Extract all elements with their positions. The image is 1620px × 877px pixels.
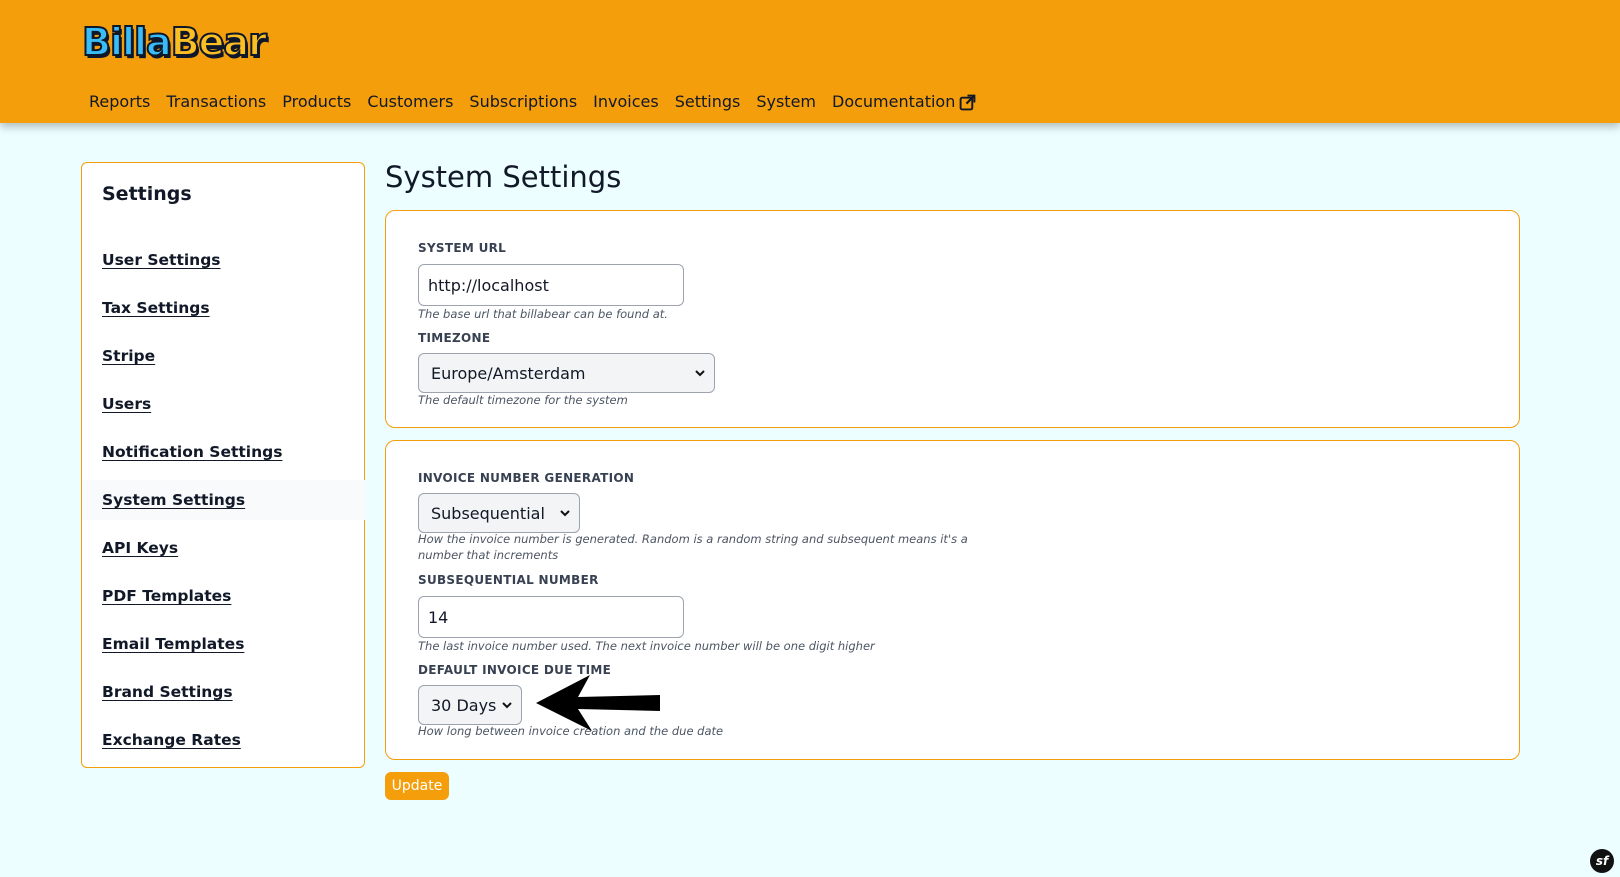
system-url-help: The base url that billabear can be found… [418, 307, 668, 321]
invoice-number-generation-help-2: number that increments [418, 548, 559, 562]
invoice-number-generation-label: INVOICE NUMBER GENERATION [418, 471, 635, 485]
sidebar-item-tax-settings[interactable]: Tax Settings [82, 288, 365, 328]
sidebar-title: Settings [102, 183, 192, 205]
symfony-toolbar-icon[interactable]: sf [1590, 849, 1614, 873]
page-title: System Settings [385, 160, 622, 194]
main-nav: Reports Transactions Products Customers … [89, 90, 976, 114]
nav-system[interactable]: System [756, 90, 816, 114]
sidebar-item-notification-settings[interactable]: Notification Settings [82, 432, 365, 472]
sidebar-item-pdf-templates[interactable]: PDF Templates [82, 576, 365, 616]
sidebar-item-users[interactable]: Users [82, 384, 365, 424]
billabear-logo[interactable]: BillaBear [81, 18, 268, 66]
sidebar-link-brand-settings[interactable]: Brand Settings [102, 683, 233, 701]
subsequential-number-label: SUBSEQUENTIAL NUMBER [418, 573, 599, 587]
chevron-down-icon [560, 510, 570, 517]
nav-products[interactable]: Products [282, 90, 351, 114]
nav-documentation[interactable]: Documentation [832, 90, 976, 114]
top-bar: BillaBear Reports Transactions Products … [0, 0, 1620, 123]
sidebar-link-notification-settings[interactable]: Notification Settings [102, 443, 282, 461]
nav-subscriptions[interactable]: Subscriptions [469, 90, 577, 114]
sidebar-link-api-keys[interactable]: API Keys [102, 539, 178, 557]
system-url-input[interactable] [418, 264, 684, 306]
logo-text-billa: Billa [81, 19, 173, 65]
external-link-icon [959, 94, 976, 110]
subsequential-number-input[interactable] [418, 596, 684, 638]
subsequential-number-help: The last invoice number used. The next i… [418, 639, 875, 653]
annotation-arrow-icon [536, 675, 660, 731]
sidebar-item-brand-settings[interactable]: Brand Settings [82, 672, 365, 712]
sidebar-link-exchange-rates[interactable]: Exchange Rates [102, 731, 241, 749]
default-invoice-due-time-select[interactable]: 30 Days [418, 685, 522, 725]
default-invoice-due-time-value: 30 Days [431, 695, 497, 715]
logo-text-bear: Bear [170, 19, 268, 65]
sidebar-item-system-settings[interactable]: System Settings [82, 480, 365, 520]
sidebar-item-stripe[interactable]: Stripe [82, 336, 365, 376]
sidebar-link-email-templates[interactable]: Email Templates [102, 635, 244, 653]
sidebar-item-email-templates[interactable]: Email Templates [82, 624, 365, 664]
nav-invoices[interactable]: Invoices [593, 90, 659, 114]
timezone-select[interactable]: Europe/Amsterdam [418, 353, 715, 393]
system-card: SYSTEM URL The base url that billabear c… [385, 210, 1520, 428]
chevron-down-icon [695, 370, 705, 377]
sidebar-link-system-settings[interactable]: System Settings [102, 491, 245, 509]
timezone-help: The default timezone for the system [418, 393, 628, 407]
sidebar-link-pdf-templates[interactable]: PDF Templates [102, 587, 231, 605]
nav-documentation-label: Documentation [832, 92, 956, 111]
settings-sidebar: Settings User Settings Tax Settings Stri… [81, 162, 365, 768]
update-button[interactable]: Update [385, 772, 449, 800]
sidebar-link-users[interactable]: Users [102, 395, 151, 413]
nav-transactions[interactable]: Transactions [166, 90, 266, 114]
nav-reports[interactable]: Reports [89, 90, 150, 114]
nav-customers[interactable]: Customers [367, 90, 453, 114]
system-url-label: SYSTEM URL [418, 241, 507, 255]
timezone-value: Europe/Amsterdam [431, 363, 586, 383]
invoice-number-generation-select[interactable]: Subsequential [418, 493, 580, 533]
sidebar-link-user-settings[interactable]: User Settings [102, 251, 221, 269]
nav-settings[interactable]: Settings [675, 90, 741, 114]
sidebar-item-user-settings[interactable]: User Settings [82, 240, 365, 280]
invoice-number-generation-value: Subsequential [431, 503, 545, 523]
sidebar-item-exchange-rates[interactable]: Exchange Rates [82, 720, 365, 760]
sidebar-link-stripe[interactable]: Stripe [102, 347, 155, 365]
chevron-down-icon [502, 702, 512, 709]
sidebar-link-tax-settings[interactable]: Tax Settings [102, 299, 210, 317]
invoice-number-generation-help-1: How the invoice number is generated. Ran… [418, 532, 968, 546]
timezone-label: TIMEZONE [418, 331, 491, 345]
sidebar-item-api-keys[interactable]: API Keys [82, 528, 365, 568]
